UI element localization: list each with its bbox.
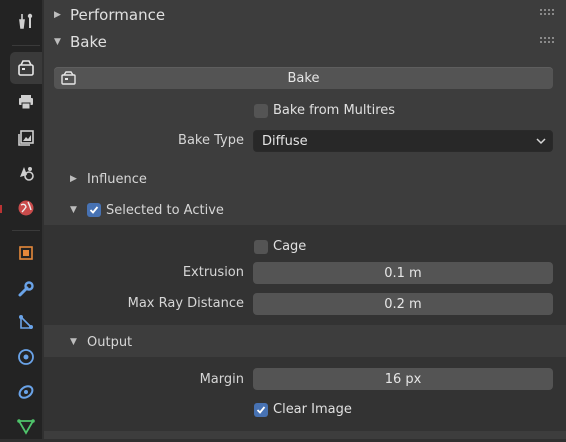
tab-output[interactable] <box>10 86 42 118</box>
bake-type-label: Bake Type <box>178 133 244 148</box>
image-stack-icon <box>18 130 34 146</box>
checkbox-box[interactable] <box>254 103 268 118</box>
output-body: Margin 16 px Clear Image <box>44 357 566 431</box>
tab-scene[interactable] <box>10 157 42 189</box>
subpanel-header-output[interactable]: ▼ Output <box>44 327 566 357</box>
subpanel-header-influence[interactable]: ▶ Influence <box>44 164 566 194</box>
checkbox-label: Clear Image <box>273 402 352 417</box>
physics-icon <box>18 349 34 365</box>
red-marker <box>0 205 2 213</box>
checkbox-box[interactable] <box>254 402 268 417</box>
margin-field[interactable]: 16 px <box>253 368 553 390</box>
max-ray-distance-field[interactable]: 0.2 m <box>253 293 553 315</box>
selected-to-active-checkbox[interactable] <box>87 203 101 217</box>
collapsed-arrow-icon: ▶ <box>54 10 61 20</box>
printer-icon <box>19 95 33 110</box>
tool-icon <box>19 13 33 29</box>
subpanel-title: Output <box>87 334 133 350</box>
wrench-icon <box>18 281 34 297</box>
constraints-icon <box>18 385 34 399</box>
tab-tool[interactable] <box>10 5 42 37</box>
margin-label: Margin <box>199 372 244 387</box>
tab-data[interactable] <box>10 410 42 442</box>
particles-icon <box>19 315 33 329</box>
checkbox-label: Cage <box>273 239 307 254</box>
object-icon <box>19 246 33 260</box>
panel-title: Bake <box>70 33 107 51</box>
mesh-data-icon <box>17 419 35 435</box>
checkmark-icon <box>89 206 99 214</box>
panel-header-bake[interactable]: ▼ Bake <box>44 28 566 56</box>
bake-from-multires-checkbox[interactable]: Bake from Multires <box>254 103 395 118</box>
tab-view-layer[interactable] <box>10 122 42 154</box>
panel-title: Performance <box>70 6 166 24</box>
tab-render[interactable] <box>10 52 42 84</box>
world-icon <box>18 200 34 216</box>
subpanel-title: Selected to Active <box>106 202 224 218</box>
clear-image-checkbox[interactable]: Clear Image <box>254 402 352 417</box>
checkbox-label: Bake from Multires <box>273 103 396 118</box>
render-icon <box>61 71 76 85</box>
checkmark-icon <box>256 405 266 414</box>
drag-grip-icon[interactable] <box>540 9 554 19</box>
dropdown-value: Diffuse <box>262 133 308 149</box>
field-value: 0.1 m <box>384 265 422 281</box>
cage-checkbox[interactable]: Cage <box>254 239 306 254</box>
field-value: 16 px <box>384 371 422 387</box>
tab-modifiers[interactable] <box>10 273 42 305</box>
tab-object[interactable] <box>10 237 42 269</box>
bake-type-dropdown[interactable]: Diffuse <box>253 130 553 152</box>
extrusion-label: Extrusion <box>182 265 244 280</box>
selected-to-active-body: Cage Extrusion 0.1 m Max Ray Distance 0.… <box>44 225 566 325</box>
max-ray-distance-label: Max Ray Distance <box>127 296 244 311</box>
tab-physics[interactable] <box>10 341 42 373</box>
properties-tab-bar <box>0 0 42 439</box>
tab-constraints[interactable] <box>10 376 42 408</box>
bake-panel-body: Bake Bake from Multires Bake Type Diffus… <box>44 56 566 439</box>
subpanel-header-selected-to-active[interactable]: ▼ Selected to Active <box>44 195 566 225</box>
tab-world[interactable] <box>10 192 42 224</box>
field-value: 0.2 m <box>384 296 422 312</box>
checkbox-box[interactable] <box>254 239 268 254</box>
expanded-arrow-icon: ▼ <box>70 205 77 215</box>
drag-grip-icon[interactable] <box>540 37 554 47</box>
chevron-down-icon <box>536 138 546 145</box>
collapsed-arrow-icon: ▶ <box>70 174 77 184</box>
subpanel-title: Influence <box>87 171 147 187</box>
properties-content: ▶ Performance ▼ Bake Bake Bake from Mult… <box>44 0 566 439</box>
render-icon <box>18 60 34 76</box>
bake-button-label: Bake <box>287 70 320 86</box>
panel-header-performance[interactable]: ▶ Performance <box>44 0 566 30</box>
extrusion-field[interactable]: 0.1 m <box>253 262 553 284</box>
expanded-arrow-icon: ▼ <box>54 37 61 47</box>
tab-particles[interactable] <box>10 307 42 339</box>
tab-separator <box>12 45 40 46</box>
scene-icon <box>20 167 34 181</box>
bake-button[interactable]: Bake <box>54 67 553 89</box>
expanded-arrow-icon: ▼ <box>70 337 77 347</box>
tab-separator <box>12 230 40 231</box>
